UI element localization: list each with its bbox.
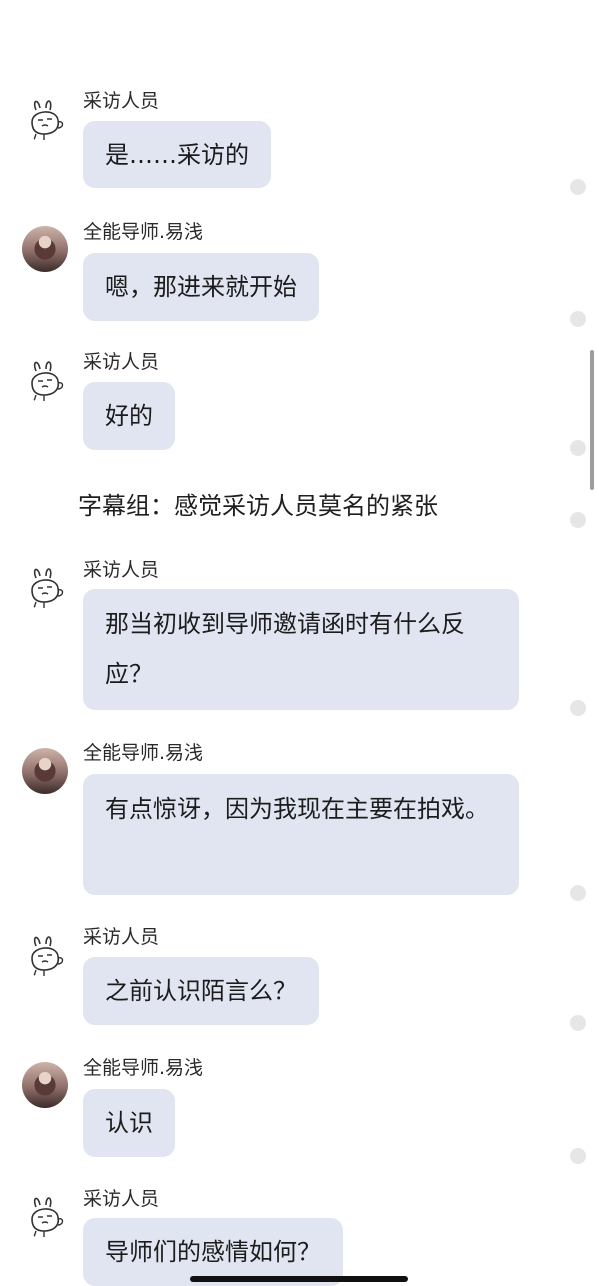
timeline-dot	[570, 1015, 586, 1031]
user-photo-avatar[interactable]	[22, 748, 68, 794]
sender-name: 采访人员	[83, 926, 160, 948]
timeline-dot	[570, 700, 586, 716]
message-bubble[interactable]: 嗯，那进来就开始	[83, 253, 319, 321]
sender-name: 采访人员	[83, 90, 160, 112]
user-photo-avatar[interactable]	[22, 1062, 68, 1108]
timeline-dot	[570, 1148, 586, 1164]
home-indicator[interactable]	[190, 1276, 408, 1282]
sender-name: 采访人员	[83, 351, 160, 373]
message-bubble[interactable]: 好的	[83, 382, 175, 450]
message-bubble[interactable]: 认识	[83, 1089, 175, 1157]
rabbit-avatar-icon[interactable]	[22, 1193, 68, 1239]
message-bubble[interactable]: 那当初收到导师邀请函时有什么反应？	[83, 589, 519, 710]
timeline-dot	[570, 179, 586, 195]
narration-text: 字幕组：感觉采访人员莫名的紧张	[78, 492, 438, 520]
sender-name: 全能导师.易浅	[83, 742, 204, 764]
rabbit-avatar-icon[interactable]	[22, 357, 68, 403]
timeline-dot	[570, 440, 586, 456]
rabbit-avatar-icon[interactable]	[22, 96, 68, 142]
timeline-dot	[570, 512, 586, 528]
rabbit-avatar-icon[interactable]	[22, 932, 68, 978]
sender-name: 全能导师.易浅	[83, 1057, 204, 1079]
message-bubble[interactable]: 有点惊讶，因为我现在主要在拍戏。	[83, 774, 519, 895]
scrollbar-thumb[interactable]	[590, 350, 594, 490]
message-bubble[interactable]: 是……采访的	[83, 121, 271, 188]
sender-name: 全能导师.易浅	[83, 221, 204, 243]
user-photo-avatar[interactable]	[22, 226, 68, 272]
timeline-dot	[570, 311, 586, 327]
rabbit-avatar-icon[interactable]	[22, 564, 68, 610]
message-bubble[interactable]: 之前认识陌言么？	[83, 957, 319, 1025]
timeline-dot	[570, 885, 586, 901]
sender-name: 采访人员	[83, 1188, 160, 1210]
sender-name: 采访人员	[83, 559, 160, 581]
